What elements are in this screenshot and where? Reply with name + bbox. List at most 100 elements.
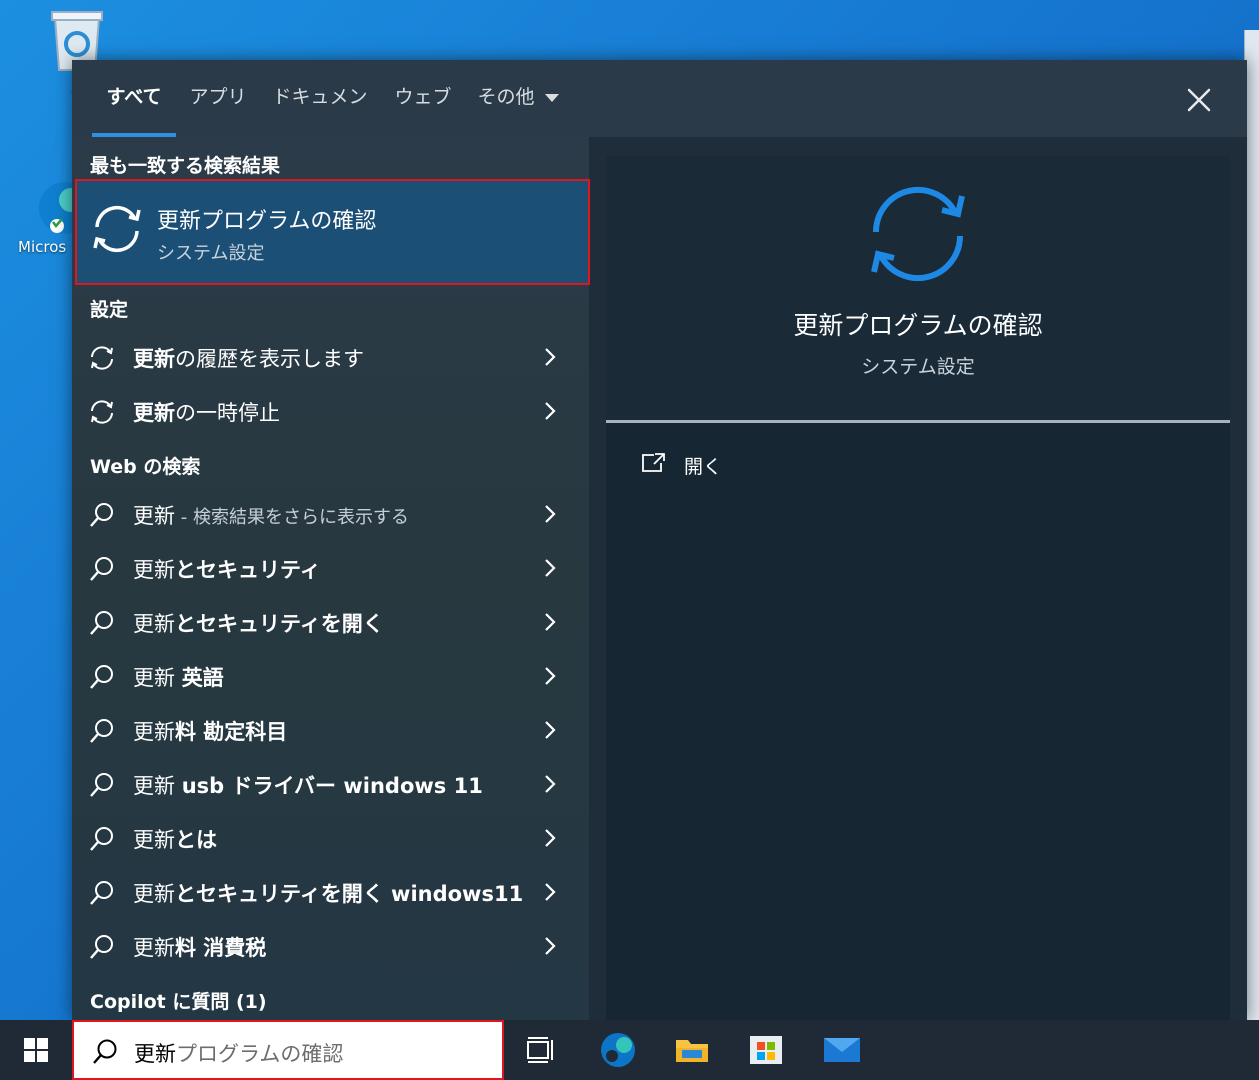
search-autocomplete: プログラムの確認 — [176, 1042, 344, 1066]
store-button[interactable] — [742, 1020, 790, 1080]
open-button[interactable]: 開く — [636, 450, 836, 482]
search-icon — [93, 1039, 117, 1064]
chevron-right-icon — [545, 402, 556, 420]
file-explorer-button[interactable] — [668, 1020, 716, 1080]
web-result-label: 更新 usb ドライバー windows 11 — [133, 770, 483, 800]
edge-icon — [601, 1033, 635, 1067]
web-result-row[interactable]: 更新料 消費税 — [72, 919, 589, 973]
best-match-result[interactable]: 更新プログラムの確認 システム設定 — [75, 179, 590, 285]
start-button[interactable] — [0, 1020, 72, 1080]
label-suggestion: とセキュリティを開く — [175, 612, 384, 636]
web-result-label: 更新 英語 — [133, 662, 224, 692]
search-typed: 更新 — [134, 1042, 176, 1066]
settings-item-update-history[interactable]: 更新の履歴を表示します — [72, 330, 589, 384]
sync-icon — [93, 205, 141, 253]
web-result-label: 更新料 消費税 — [133, 932, 266, 962]
chevron-down-icon — [544, 93, 559, 102]
web-result-row[interactable]: 更新とセキュリティを開く — [72, 595, 589, 649]
web-result-label: 更新料 勘定科目 — [133, 716, 287, 746]
results-list: 最も一致する検索結果 更新プログラムの確認 システム設定 設定 更新の履歴を表示… — [72, 137, 590, 1020]
settings-item-pause-updates[interactable]: 更新の一時停止 — [72, 384, 589, 438]
web-result-row[interactable]: 更新とセキュリティ — [72, 541, 589, 595]
label-suggestion: 英語 — [181, 666, 224, 690]
tab-more[interactable]: その他 — [472, 60, 564, 137]
web-result-label: 更新とセキュリティを開く — [133, 608, 384, 638]
store-icon — [750, 1036, 782, 1064]
search-icon — [90, 827, 113, 851]
preview-title: 更新プログラムの確認 — [793, 311, 1043, 340]
close-icon — [1187, 88, 1211, 112]
chevron-right-icon — [545, 829, 556, 847]
web-result-row[interactable]: 更新 usb ドライバー windows 11 — [72, 757, 589, 811]
chevron-right-icon — [545, 559, 556, 577]
label-suggestion: とセキュリティを開く windows11 — [175, 882, 524, 906]
settings-heading: 設定 — [90, 299, 129, 321]
label-rest: の一時停止 — [175, 401, 280, 425]
chevron-right-icon — [545, 775, 556, 793]
preview-header: 更新プログラムの確認 システム設定 — [606, 156, 1230, 420]
copilot-heading[interactable]: Copilot に質問 (1) — [90, 987, 267, 1014]
label-query: 更新 — [133, 936, 175, 960]
best-match-subtitle: システム設定 — [157, 243, 265, 264]
search-icon — [90, 881, 113, 905]
windows-logo-icon — [24, 1038, 48, 1062]
best-match-title: 更新プログラムの確認 — [157, 209, 377, 234]
tab-apps[interactable]: アプリ — [186, 60, 250, 137]
label-query: 更新 — [133, 774, 182, 798]
task-view-icon — [527, 1037, 553, 1063]
tab-documents[interactable]: ドキュメント — [268, 60, 372, 182]
settings-item-label: 更新の履歴を表示します — [133, 343, 364, 373]
close-button[interactable] — [1177, 78, 1221, 122]
web-result-row[interactable]: 更新料 勘定科目 — [72, 703, 589, 757]
preview-subtitle: システム設定 — [861, 356, 975, 378]
label-rest: の履歴を表示します — [175, 347, 364, 371]
tab-all-label: すべて — [106, 86, 162, 108]
chevron-right-icon — [545, 883, 556, 901]
folder-icon — [676, 1040, 708, 1062]
web-search-heading: Web の検索 — [90, 456, 201, 478]
search-query-text: 更新プログラムの確認 — [134, 1038, 343, 1068]
label-suggestion: とセキュリティ — [175, 558, 321, 582]
sync-icon — [871, 186, 965, 282]
label-suggestion: とは — [175, 828, 217, 852]
preview-divider — [606, 420, 1230, 423]
edge-taskbar-button[interactable] — [594, 1020, 642, 1080]
taskbar: 更新プログラムの確認 — [0, 1020, 1259, 1080]
mail-button[interactable] — [818, 1020, 866, 1080]
settings-item-label: 更新の一時停止 — [133, 397, 280, 427]
label-query: 更新 — [133, 612, 175, 636]
sync-icon — [91, 400, 113, 424]
label-suggestion: usb ドライバー windows 11 — [181, 774, 483, 798]
web-result-row[interactable]: 更新 - 検索結果をさらに表示する — [72, 487, 589, 541]
tab-web-label: ウェブ — [394, 86, 452, 108]
web-result-label: 更新 - 検索結果をさらに表示する — [133, 500, 409, 530]
web-result-label: 更新とは — [133, 824, 217, 854]
chevron-right-icon — [545, 613, 556, 631]
label-suffix: - 検索結果をさらに表示する — [175, 507, 409, 528]
task-view-button[interactable] — [516, 1020, 566, 1080]
open-label: 開く — [684, 456, 723, 478]
label-query: 更新 — [133, 828, 175, 852]
label-query: 更新 — [133, 504, 175, 528]
label-bold: 更新 — [133, 347, 175, 371]
web-result-row[interactable]: 更新とは — [72, 811, 589, 865]
taskbar-search-input[interactable]: 更新プログラムの確認 — [72, 1020, 504, 1080]
web-result-row[interactable]: 更新 英語 — [72, 649, 589, 703]
chevron-right-icon — [545, 721, 556, 739]
label-suggestion: 料 勘定科目 — [175, 720, 288, 744]
search-icon — [90, 665, 113, 689]
web-result-label: 更新とセキュリティを開く windows11 — [133, 878, 523, 908]
open-external-icon — [642, 453, 665, 472]
label-query: 更新 — [133, 558, 175, 582]
chevron-right-icon — [545, 348, 556, 366]
mail-icon — [824, 1038, 860, 1062]
search-icon — [90, 719, 113, 743]
tab-all[interactable]: すべて — [92, 60, 176, 137]
search-icon — [90, 935, 113, 959]
search-icon — [90, 503, 113, 527]
label-suggestion: 料 消費税 — [175, 936, 267, 960]
tab-web[interactable]: ウェブ — [392, 60, 454, 137]
tab-more-label: その他 — [477, 86, 535, 108]
web-result-row[interactable]: 更新とセキュリティを開く windows11 — [72, 865, 589, 919]
sync-icon — [91, 346, 113, 370]
